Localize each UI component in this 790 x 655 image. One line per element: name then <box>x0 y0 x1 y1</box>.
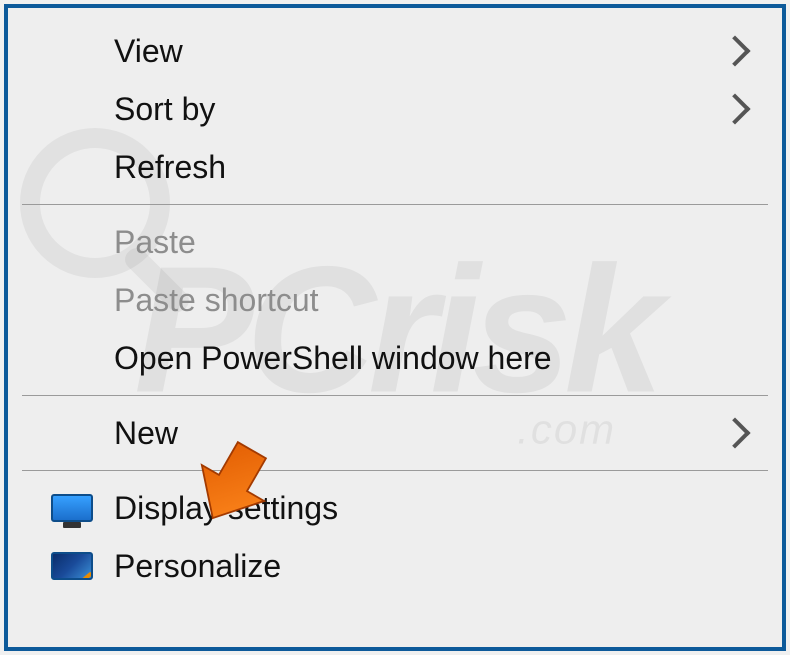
chevron-right-icon <box>719 35 750 66</box>
menu-item-paste: Paste <box>8 213 782 271</box>
menu-item-label: Paste <box>114 224 752 261</box>
menu-item-new[interactable]: New <box>8 404 782 462</box>
menu-item-paste-shortcut: Paste shortcut <box>8 271 782 329</box>
desktop-context-menu: PCrisk.com View Sort by Refresh Paste Pa… <box>4 4 786 651</box>
menu-item-open-powershell[interactable]: Open PowerShell window here <box>8 329 782 387</box>
menu-item-label: Open PowerShell window here <box>114 340 752 377</box>
menu-item-label: Refresh <box>114 149 752 186</box>
menu-item-label: Display settings <box>114 490 752 527</box>
menu-separator <box>22 470 768 471</box>
menu-item-sort-by[interactable]: Sort by <box>8 80 782 138</box>
menu-item-view[interactable]: View <box>8 22 782 80</box>
menu-item-label: View <box>114 33 724 70</box>
menu-item-label: Personalize <box>114 548 752 585</box>
menu-item-personalize[interactable]: Personalize <box>8 537 782 595</box>
personalize-icon <box>48 546 96 586</box>
menu-item-label: Paste shortcut <box>114 282 752 319</box>
menu-separator <box>22 395 768 396</box>
monitor-icon <box>48 488 96 528</box>
menu-item-label: Sort by <box>114 91 724 128</box>
chevron-right-icon <box>719 93 750 124</box>
menu-separator <box>22 204 768 205</box>
menu-item-refresh[interactable]: Refresh <box>8 138 782 196</box>
menu-item-label: New <box>114 415 724 452</box>
chevron-right-icon <box>719 417 750 448</box>
menu-item-display-settings[interactable]: Display settings <box>8 479 782 537</box>
menu-list: View Sort by Refresh Paste Paste shortcu… <box>8 8 782 595</box>
